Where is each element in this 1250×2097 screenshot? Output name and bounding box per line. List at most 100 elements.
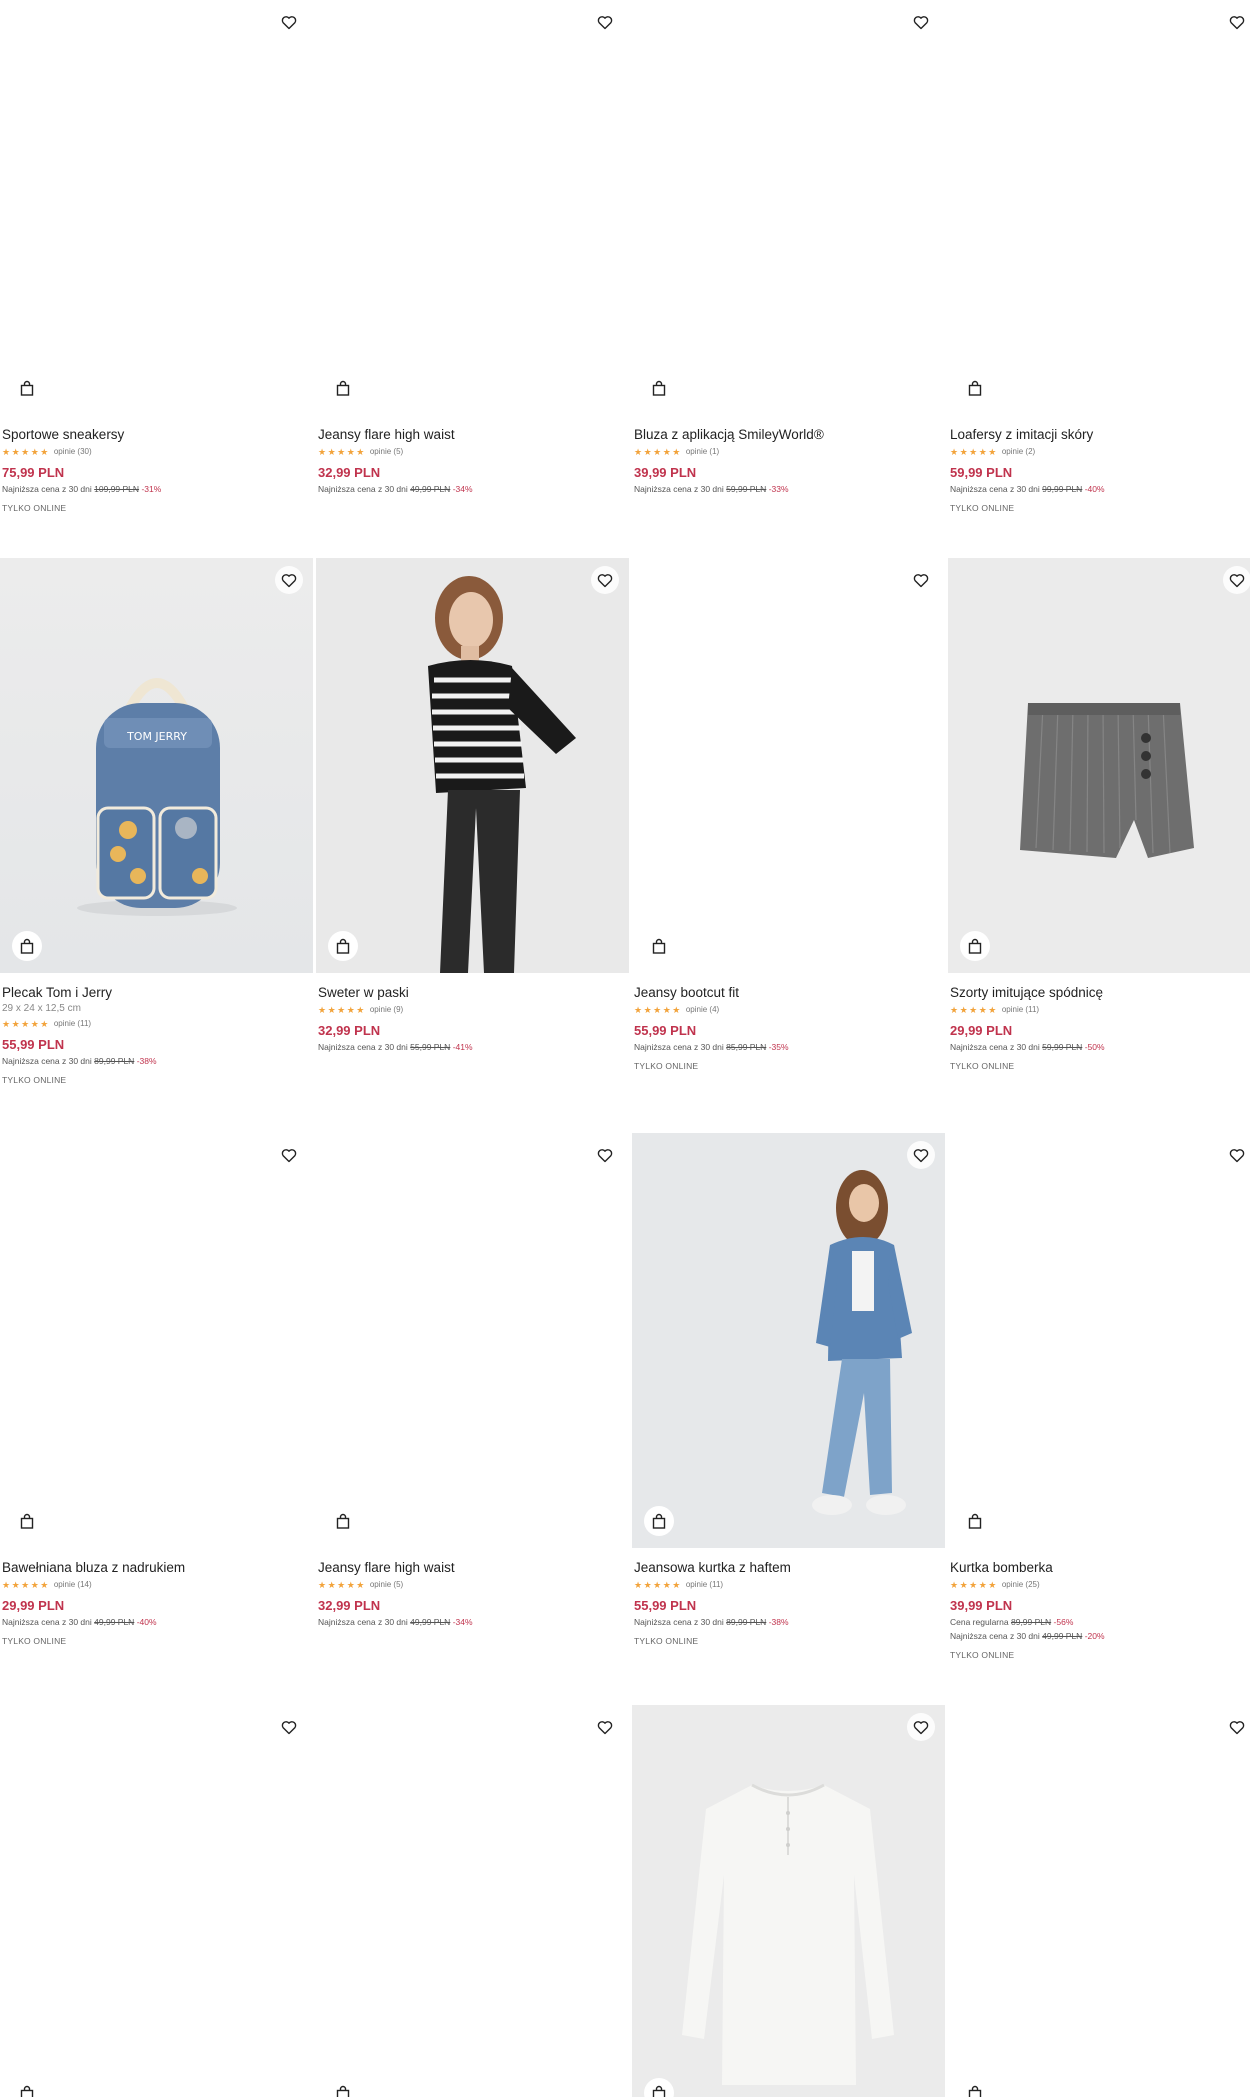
white-top-photo	[632, 1705, 945, 2097]
shopping-bag-icon[interactable]	[328, 373, 358, 403]
product-price: 32,99 PLN	[318, 1023, 381, 1038]
product-image[interactable]	[632, 558, 945, 973]
heart-icon[interactable]	[1223, 8, 1250, 36]
product-name[interactable]: Szorty imitujące spódnicę	[950, 984, 1250, 1001]
product-price: 55,99 PLN	[634, 1023, 697, 1038]
rating-stars: ★★★★★	[2, 447, 50, 457]
shopping-bag-icon[interactable]	[960, 2078, 990, 2097]
product-name[interactable]: Jeansowa kurtka z haftem	[634, 1559, 939, 1576]
review-count: opinie (9)	[369, 1005, 404, 1014]
heart-icon[interactable]	[591, 1713, 619, 1741]
rating-stars: ★★★★★	[950, 1005, 998, 1015]
shopping-bag-icon[interactable]	[960, 931, 990, 961]
shopping-bag-icon[interactable]	[960, 1506, 990, 1536]
online-only-badge: TYLKO ONLINE	[634, 1636, 699, 1646]
rating-stars: ★★★★★	[318, 1005, 366, 1015]
product-image[interactable]	[316, 558, 629, 973]
product-image[interactable]: TOM JERRY	[0, 558, 313, 973]
review-count: opinie (30)	[53, 447, 92, 456]
product-image[interactable]	[316, 1705, 629, 2097]
product-image[interactable]	[948, 558, 1250, 973]
heart-icon[interactable]	[275, 8, 303, 36]
heart-icon[interactable]	[275, 566, 303, 594]
product-image[interactable]	[948, 1133, 1250, 1548]
shopping-bag-icon[interactable]	[12, 1506, 42, 1536]
product-name[interactable]: Kurtka bomberka	[950, 1559, 1250, 1576]
lowest-price-line: Najniższa cena z 30 dni 99,99 PLN -40%	[950, 484, 1105, 494]
product-price: 32,99 PLN	[318, 465, 381, 480]
product-name[interactable]: Sportowe sneakersy	[2, 426, 307, 443]
product-image[interactable]	[0, 1133, 313, 1548]
product-image[interactable]	[0, 0, 313, 415]
heart-icon[interactable]	[907, 8, 935, 36]
product-image[interactable]	[632, 1133, 945, 1548]
heart-icon[interactable]	[907, 1141, 935, 1169]
shopping-bag-icon[interactable]	[644, 1506, 674, 1536]
product-image[interactable]	[632, 1705, 945, 2097]
heart-icon[interactable]	[907, 566, 935, 594]
lowest-price-line: Najniższa cena z 30 dni 59,99 PLN -33%	[634, 484, 789, 494]
heart-icon[interactable]	[1223, 1141, 1250, 1169]
product-price: 55,99 PLN	[2, 1037, 65, 1052]
shopping-bag-icon[interactable]	[12, 373, 42, 403]
regular-price-line: Cena regularna 89,99 PLN -56%	[950, 1617, 1074, 1627]
product-image[interactable]	[948, 0, 1250, 415]
product-image[interactable]	[316, 0, 629, 415]
review-count: opinie (11)	[53, 1019, 92, 1028]
shopping-bag-icon[interactable]	[644, 373, 674, 403]
heart-icon[interactable]	[1223, 1713, 1250, 1741]
online-only-badge: TYLKO ONLINE	[2, 503, 67, 513]
lowest-price-line: Najniższa cena z 30 dni 49,99 PLN -34%	[318, 484, 473, 494]
lowest-price-line: Najniższa cena z 30 dni 89,99 PLN -38%	[634, 1617, 789, 1627]
heart-icon[interactable]	[275, 1713, 303, 1741]
shopping-bag-icon[interactable]	[328, 2078, 358, 2097]
product-name[interactable]: Jeansy flare high waist	[318, 1559, 623, 1576]
product-image[interactable]	[0, 1705, 313, 2097]
lowest-price-line: Najniższa cena z 30 dni 49,99 PLN -40%	[2, 1617, 157, 1627]
striped-sweater-photo	[316, 558, 629, 973]
online-only-badge: TYLKO ONLINE	[2, 1075, 67, 1085]
product-price: 59,99 PLN	[950, 465, 1013, 480]
product-name[interactable]: Plecak Tom i Jerry	[2, 984, 307, 1001]
rating-stars: ★★★★★	[950, 1580, 998, 1590]
online-only-badge: TYLKO ONLINE	[2, 1636, 67, 1646]
shopping-bag-icon[interactable]	[644, 931, 674, 961]
review-count: opinie (5)	[369, 1580, 404, 1589]
lowest-price-line: Najniższa cena z 30 dni 85,99 PLN -35%	[634, 1042, 789, 1052]
shopping-bag-icon[interactable]	[328, 931, 358, 961]
heart-icon[interactable]	[907, 1713, 935, 1741]
product-image[interactable]	[316, 1133, 629, 1548]
product-price: 75,99 PLN	[2, 465, 65, 480]
product-name[interactable]: Jeansy flare high waist	[318, 426, 623, 443]
heart-icon[interactable]	[591, 1141, 619, 1169]
product-name[interactable]: Loafersy z imitacji skóry	[950, 426, 1250, 443]
shopping-bag-icon[interactable]	[12, 2078, 42, 2097]
product-name[interactable]: Jeansy bootcut fit	[634, 984, 939, 1001]
review-count: opinie (1)	[685, 447, 720, 456]
review-count: opinie (14)	[53, 1580, 92, 1589]
review-count: opinie (4)	[685, 1005, 720, 1014]
shopping-bag-icon[interactable]	[12, 931, 42, 961]
rating-stars: ★★★★★	[634, 1005, 682, 1015]
heart-icon[interactable]	[1223, 566, 1250, 594]
heart-icon[interactable]	[591, 566, 619, 594]
denim-jacket-photo	[632, 1133, 945, 1548]
product-image[interactable]	[632, 0, 945, 415]
shopping-bag-icon[interactable]	[328, 1506, 358, 1536]
heart-icon[interactable]	[591, 8, 619, 36]
product-name[interactable]: Bluza z aplikacją SmileyWorld®	[634, 426, 939, 443]
rating-stars: ★★★★★	[634, 447, 682, 457]
lowest-price-line: Najniższa cena z 30 dni 109,99 PLN -31%	[2, 484, 162, 494]
product-name[interactable]: Sweter w paski	[318, 984, 623, 1001]
product-image[interactable]	[948, 1705, 1250, 2097]
rating-stars: ★★★★★	[318, 1580, 366, 1590]
shopping-bag-icon[interactable]	[960, 373, 990, 403]
product-price: 39,99 PLN	[634, 465, 697, 480]
review-count: opinie (25)	[1001, 1580, 1040, 1589]
heart-icon[interactable]	[275, 1141, 303, 1169]
lowest-price-line: Najniższa cena z 30 dni 59,99 PLN -50%	[950, 1042, 1105, 1052]
review-count: opinie (5)	[369, 447, 404, 456]
online-only-badge: TYLKO ONLINE	[950, 1650, 1015, 1660]
lowest-price-line: Najniższa cena z 30 dni 55,99 PLN -41%	[318, 1042, 473, 1052]
product-name[interactable]: Bawełniana bluza z nadrukiem	[2, 1559, 307, 1576]
